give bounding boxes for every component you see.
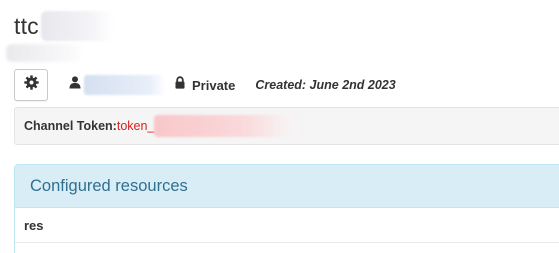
configured-resources-panel: Configured resources res [14,164,559,253]
visibility-label: Private [192,77,236,93]
lock-icon [175,76,185,94]
gear-icon [23,75,39,95]
channel-header: ttc [14,11,113,41]
panel-title: Configured resources [30,176,188,195]
channel-meta-row: Private Created: June 2nd 2023 [14,69,396,101]
channel-subtitle-redacted [6,44,84,62]
user-icon [69,76,81,94]
panel-heading: Configured resources [15,165,559,208]
resource-row-label: res [24,217,44,233]
settings-button[interactable] [14,69,48,101]
channel-title: ttc [14,12,39,39]
resource-row[interactable]: res [15,208,559,243]
channel-title-redacted [40,11,113,41]
channel-token-redacted [154,115,305,137]
channel-owner [69,75,166,95]
owner-name-redacted [84,75,166,95]
channel-visibility: Private [175,76,235,94]
created-date: Created: June 2nd 2023 [255,78,396,92]
channel-token-label: Channel Token: [24,119,117,133]
channel-token-value[interactable]: token_ [117,119,155,133]
channel-token-box: Channel Token: token_ [14,107,559,145]
